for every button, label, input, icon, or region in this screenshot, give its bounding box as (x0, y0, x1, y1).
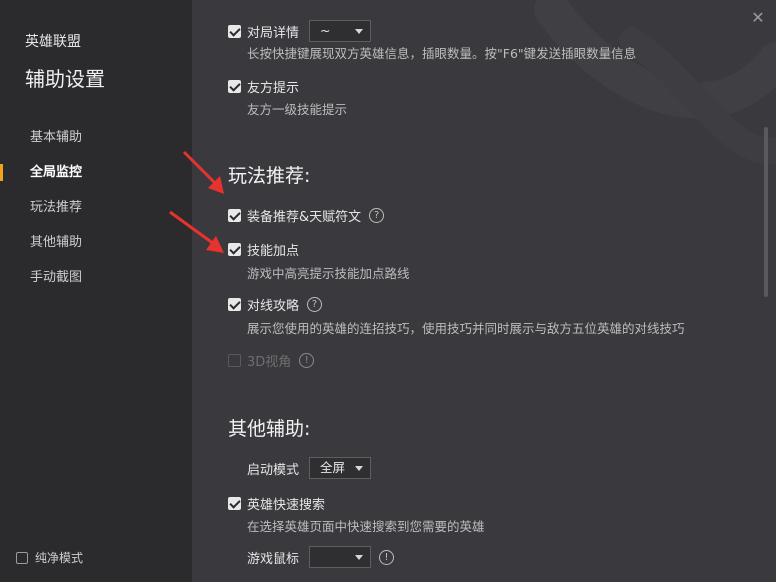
skill-desc: 游戏中高亮提示技能加点路线 (247, 266, 410, 281)
ally-tip-label: 友方提示 (247, 81, 300, 96)
match-detail-label: 对局详情 (247, 25, 300, 41)
help-icon[interactable]: ? (369, 208, 385, 223)
match-detail-desc: 长按快捷键展现双方英雄信息，插眼数量。按"F6"键发送插眼数量信息 (247, 46, 637, 61)
launch-mode-select[interactable]: 全屏 (309, 457, 372, 479)
scrollbar-thumb[interactable] (764, 127, 768, 297)
skill-label: 技能加点 (247, 244, 300, 259)
game-mouse-label: 游戏鼠标 (247, 551, 300, 567)
view3d-checkbox[interactable] (228, 354, 241, 367)
app-title: 英雄联盟 (25, 34, 81, 50)
skill-checkbox[interactable] (228, 243, 241, 256)
match-detail-checkbox[interactable] (228, 24, 241, 38)
skill-row: 技能加点 (228, 240, 299, 259)
match-detail-row: 对局详情 ~ (228, 20, 372, 42)
match-detail-hotkey-value: ~ (320, 23, 331, 38)
lane-desc: 展示您使用的英雄的连招技巧，使用技巧并同时展示与敌方五位英雄的对线技巧 (247, 321, 685, 336)
equip-row: 装备推荐&天赋符文 ? (228, 206, 385, 225)
sidebar-item-screenshot[interactable]: 手动截图 (0, 260, 192, 295)
settings-panel: ✕ 对局详情 ~ 长按快捷键展现双方英雄信息，插眼数量。按"F6"键发送插眼数量… (192, 0, 776, 582)
equip-checkbox[interactable] (228, 209, 241, 222)
ally-tip-desc: 友方一级技能提示 (247, 102, 348, 117)
game-mouse-row: 游戏鼠标 ! (247, 546, 395, 568)
lane-row: 对线攻略 ? (228, 295, 323, 314)
sidebar: 英雄联盟 辅助设置 基本辅助 全局监控 玩法推荐 其他辅助 手动截图 纯净模式 (0, 0, 192, 582)
section-title-other: 其他辅助: (228, 418, 311, 440)
hero-search-checkbox[interactable] (228, 497, 241, 510)
game-mouse-select[interactable] (309, 546, 372, 568)
view3d-row: 3D视角 ! (228, 351, 315, 370)
chevron-down-icon (355, 466, 364, 471)
sidebar-item-other[interactable]: 其他辅助 (0, 225, 192, 260)
info-icon[interactable]: ! (299, 353, 315, 368)
hero-search-label: 英雄快速搜索 (247, 498, 326, 513)
launch-mode-value: 全屏 (320, 460, 346, 475)
match-detail-hotkey-select[interactable]: ~ (309, 20, 372, 42)
launch-mode-label: 启动模式 (247, 462, 300, 478)
chevron-down-icon (355, 555, 364, 560)
pure-mode-checkbox[interactable] (16, 551, 28, 564)
equip-label: 装备推荐&天赋符文 (247, 210, 362, 225)
pure-mode-label: 纯净模式 (35, 551, 84, 565)
pure-mode-toggle[interactable]: 纯净模式 (16, 549, 83, 566)
view3d-label: 3D视角 (247, 355, 292, 370)
launch-mode-row: 启动模式 全屏 (247, 457, 372, 479)
ally-tip-checkbox[interactable] (228, 80, 241, 93)
lane-checkbox[interactable] (228, 298, 241, 311)
sidebar-item-play-recommend[interactable]: 玩法推荐 (0, 190, 192, 225)
page-title: 辅助设置 (25, 67, 105, 91)
chevron-down-icon (355, 29, 364, 34)
info-icon[interactable]: ! (379, 549, 395, 565)
sidebar-item-basic[interactable]: 基本辅助 (0, 120, 192, 155)
ally-tip-row: 友方提示 (228, 77, 299, 96)
close-icon[interactable]: ✕ (750, 10, 766, 26)
hero-search-desc: 在选择英雄页面中快速搜索到您需要的英雄 (247, 519, 485, 534)
help-icon[interactable]: ? (307, 297, 323, 312)
hero-search-row: 英雄快速搜索 (228, 494, 325, 513)
sidebar-nav: 基本辅助 全局监控 玩法推荐 其他辅助 手动截图 (0, 120, 192, 295)
sidebar-item-global-monitor[interactable]: 全局监控 (0, 155, 192, 190)
section-title-play: 玩法推荐: (228, 165, 311, 187)
lane-label: 对线攻略 (247, 299, 300, 314)
